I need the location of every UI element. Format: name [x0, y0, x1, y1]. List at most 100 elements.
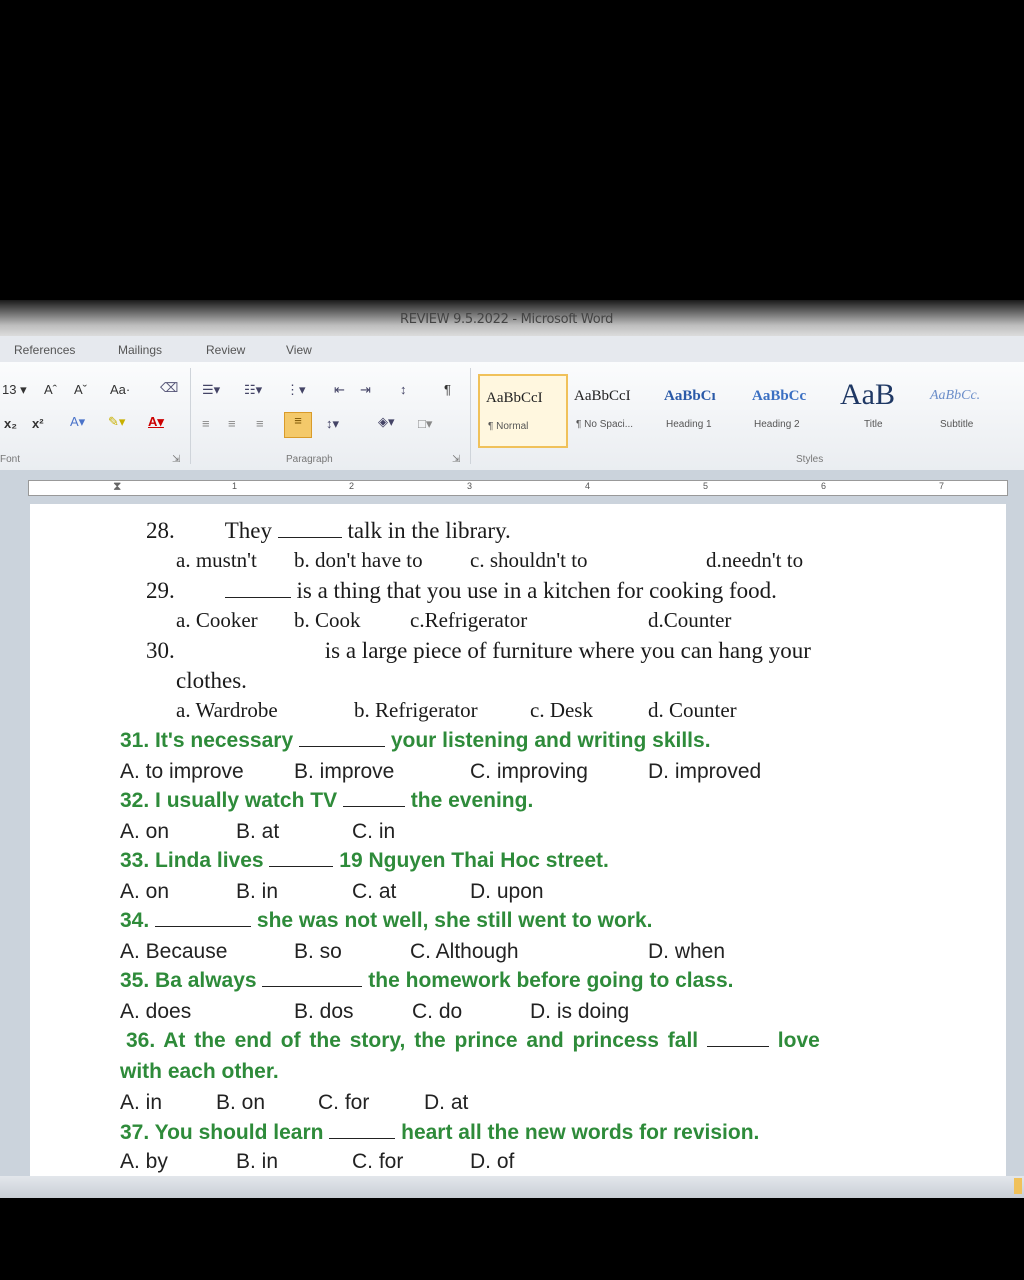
style-subtitle[interactable]: AaBbCc. Subtitle	[924, 374, 1010, 444]
justify-icon[interactable]: ≡	[284, 412, 312, 438]
show-formatting-button[interactable]: ¶	[444, 382, 451, 397]
align-left-icon[interactable]: ≡	[202, 416, 210, 431]
font-size-box[interactable]: 13 ▾	[2, 382, 27, 398]
q29-option-b: b. Cook	[294, 608, 361, 632]
q33-option-c: C. at	[352, 880, 397, 903]
paragraph-dialog-launcher-icon[interactable]: ⇲	[452, 454, 460, 465]
q28-option-a: a. mustn't	[176, 548, 257, 572]
q35-option-d: D. is doing	[530, 1000, 630, 1023]
q33-option-a: A. on	[120, 880, 170, 903]
tab-view[interactable]: View	[286, 343, 312, 357]
q30-option-c: c. Desk	[530, 698, 593, 722]
styles-group-label: Styles	[796, 454, 824, 465]
q29-option-d: d.Counter	[648, 608, 732, 632]
subscript-button[interactable]: x₂	[4, 416, 17, 431]
line-spacing-icon[interactable]: ↕▾	[326, 416, 339, 432]
grow-font-button[interactable]: Aˆ	[44, 382, 57, 397]
q28-option-c: c. shouldn't to	[470, 548, 588, 572]
question-28: 28. They talk in the library.	[146, 518, 511, 543]
q32-option-b: B. at	[236, 820, 280, 843]
question-31: 31. It's necessary your listening and wr…	[120, 729, 711, 752]
style-title[interactable]: AaB Title	[834, 374, 920, 444]
q30-option-b: b. Refrigerator	[354, 698, 478, 722]
tab-review[interactable]: Review	[206, 343, 245, 357]
question-36-continued: with each other.	[120, 1060, 279, 1083]
bullets-icon[interactable]: ☰▾	[202, 382, 220, 398]
q31-option-a: A. to improve	[120, 760, 244, 783]
horizontal-ruler[interactable]: 1 2 3 4 5 6 7 ⧗	[28, 479, 1008, 496]
q30-option-a: a. Wardrobe	[176, 698, 278, 722]
question-30: 30. is a large piece of furniture where y…	[146, 638, 811, 663]
style-no-spacing[interactable]: AaBbCcI ¶ No Spaci...	[568, 374, 654, 444]
q28-option-d: d.needn't to	[706, 548, 804, 572]
style-heading-1[interactable]: AaBbCı Heading 1	[658, 374, 744, 444]
clear-format-icon[interactable]: ⌫	[160, 380, 178, 396]
q37-option-a: A. by	[120, 1150, 168, 1173]
divider	[470, 368, 471, 464]
align-right-icon[interactable]: ≡	[256, 416, 264, 431]
q30-option-d: d. Counter	[648, 698, 737, 722]
top-black-area	[0, 0, 1024, 300]
q34-option-d: D. when	[648, 940, 726, 963]
q33-option-b: B. in	[236, 880, 279, 903]
question-33: 33. Linda lives 19 Nguyen Thai Hoc stree…	[120, 849, 609, 872]
tab-references[interactable]: References	[14, 343, 75, 357]
q32-option-c: C. in	[352, 820, 396, 843]
change-case-button[interactable]: Aa·	[110, 382, 130, 397]
question-35: 35. Ba always the homework before going …	[120, 969, 734, 992]
font-group-label: Font	[0, 454, 21, 465]
q34-option-b: B. so	[294, 940, 342, 963]
sort-icon[interactable]: ↕	[400, 382, 407, 397]
font-color-icon[interactable]: A▾	[148, 414, 164, 430]
q37-option-d: D. of	[470, 1150, 515, 1173]
q36-option-d: D. at	[424, 1091, 469, 1114]
shading-icon[interactable]: ◈▾	[378, 414, 395, 430]
q36-option-b: B. on	[216, 1091, 266, 1114]
borders-icon[interactable]: □▾	[418, 416, 432, 432]
q35-option-a: A. does	[120, 1000, 192, 1023]
bottom-black-area	[0, 1198, 1024, 1280]
increase-indent-icon[interactable]: ⇥	[360, 382, 371, 398]
q35-option-c: C. do	[412, 1000, 463, 1023]
q31-option-b: B. improve	[294, 760, 395, 783]
numbering-icon[interactable]: ☷▾	[244, 382, 262, 398]
document-page[interactable]: 28. They talk in the library. a. mustn't …	[30, 504, 1006, 1176]
scroll-thumb[interactable]	[1014, 1178, 1022, 1194]
q35-option-b: B. dos	[294, 1000, 354, 1023]
title-bar: REVIEW 9.5.2022 - Microsoft Word	[0, 300, 1024, 336]
paragraph-group-label: Paragraph	[286, 454, 333, 465]
question-36: 36. At the end of the story, the prince …	[126, 1029, 820, 1052]
font-dialog-launcher-icon[interactable]: ⇲	[172, 454, 180, 465]
q33-option-d: D. upon	[470, 880, 544, 903]
tab-mailings[interactable]: Mailings	[118, 343, 162, 357]
q37-option-b: B. in	[236, 1150, 279, 1173]
ribbon: 13 ▾ Aˆ Aˇ Aa· ⌫ x₂ x² A▾ ✎▾ A▾ Font ⇲ ☰…	[0, 362, 1024, 471]
q29-option-a: a. Cooker	[176, 608, 258, 632]
divider	[190, 368, 191, 464]
q36-option-a: A. in	[120, 1091, 163, 1114]
style-heading-2[interactable]: AaBbCc Heading 2	[746, 374, 832, 444]
question-34: 34. she was not well, she still went to …	[120, 909, 653, 932]
status-bar	[0, 1176, 1024, 1198]
highlight-icon[interactable]: ✎▾	[108, 414, 125, 430]
multilevel-list-icon[interactable]: ⋮▾	[286, 382, 306, 398]
q28-option-b: b. don't have to	[294, 548, 423, 572]
q31-option-c: C. improving	[470, 760, 588, 783]
q31-option-d: D. improved	[648, 760, 762, 783]
indent-marker-icon[interactable]: ⧗	[113, 479, 121, 494]
question-37: 37. You should learn heart all the new w…	[120, 1121, 760, 1144]
q32-option-a: A. on	[120, 820, 170, 843]
superscript-button[interactable]: x²	[32, 416, 44, 431]
q29-option-c: c.Refrigerator	[410, 608, 528, 632]
align-center-icon[interactable]: ≡	[228, 416, 236, 431]
ribbon-tabs: References Mailings Review View	[0, 336, 1024, 363]
question-32: 32. I usually watch TV the evening.	[120, 789, 534, 812]
shrink-font-button[interactable]: Aˇ	[74, 382, 87, 397]
style-normal[interactable]: AaBbCcI ¶ Normal	[478, 374, 568, 448]
q34-option-c: C. Although	[410, 940, 519, 963]
q37-option-c: C. for	[352, 1150, 404, 1173]
window-title: REVIEW 9.5.2022 - Microsoft Word	[400, 312, 614, 327]
decrease-indent-icon[interactable]: ⇤	[334, 382, 345, 398]
q34-option-a: A. Because	[120, 940, 228, 963]
text-effects-icon[interactable]: A▾	[70, 414, 85, 430]
